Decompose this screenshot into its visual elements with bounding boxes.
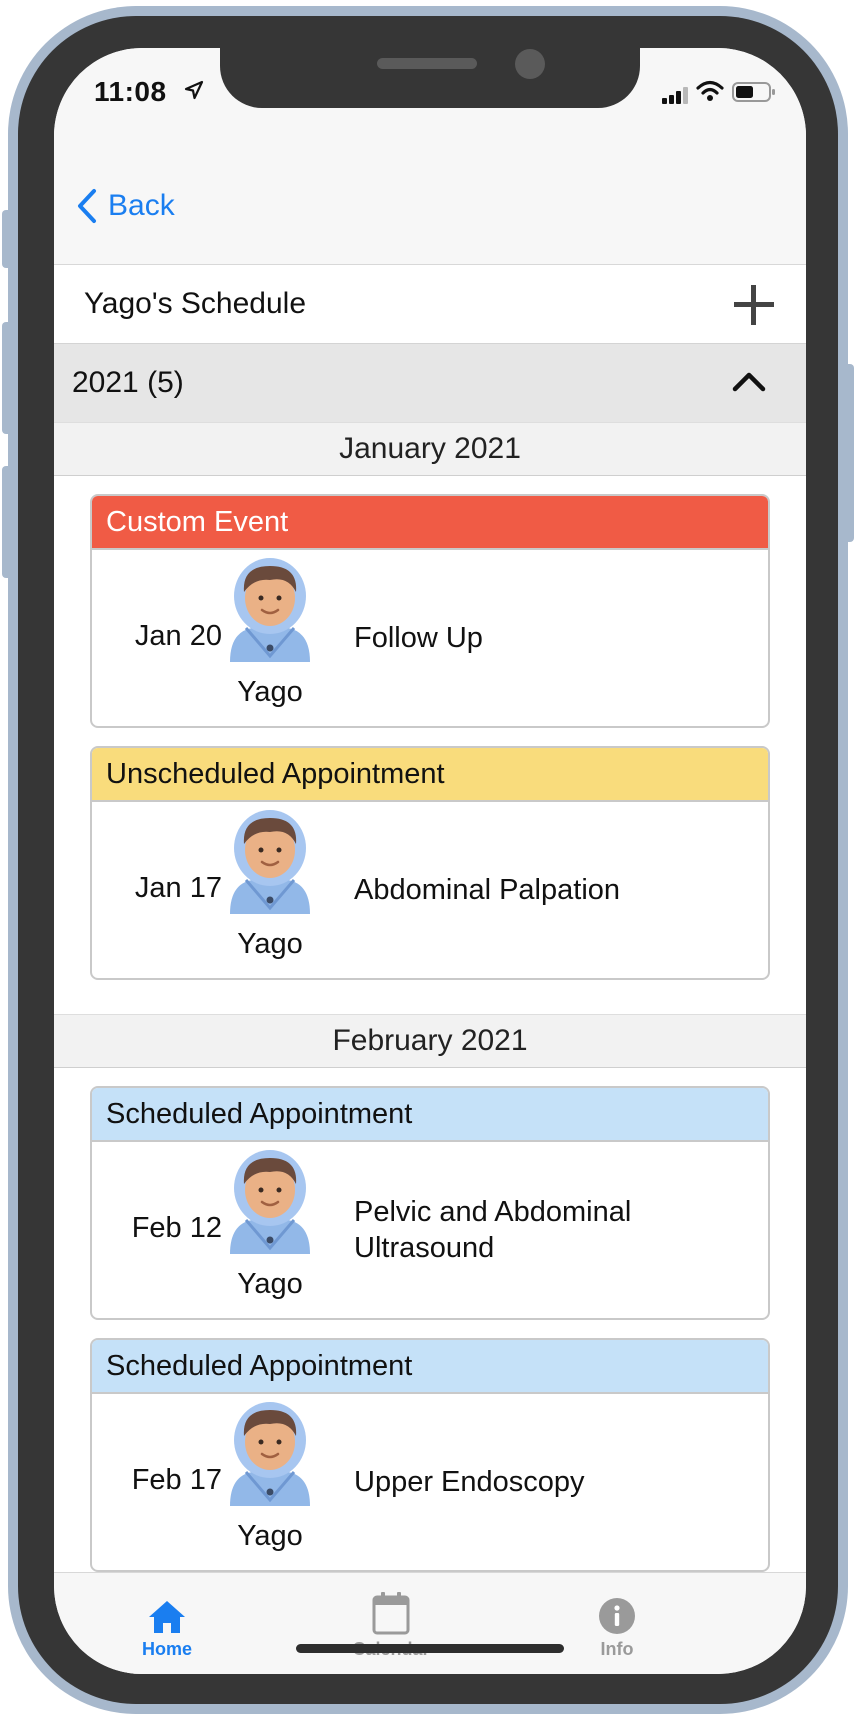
app-screen: 11:08 Back Yago's Schedule 2021 (5) Janu… <box>54 48 806 1674</box>
front-camera <box>515 49 545 79</box>
year-group-header[interactable]: 2021 (5) <box>54 343 806 423</box>
patient-name: Yago <box>237 1268 303 1300</box>
schedule-header: Yago's Schedule <box>54 265 806 343</box>
tab-info-label: Info <box>600 1639 634 1659</box>
event-type-header: Scheduled Appointment <box>92 1088 768 1142</box>
event-title: Pelvic and Abdominal Ultrasound <box>354 1196 632 1264</box>
event-date: Feb 12 <box>131 1212 222 1244</box>
event-date: Jan 20 <box>134 620 222 652</box>
event-type-header: Unscheduled Appointment <box>92 748 768 802</box>
year-group-label: 2021 (5) <box>72 366 184 399</box>
cellular-signal-icon <box>662 87 688 104</box>
patient-avatar-icon <box>230 1150 310 1254</box>
wifi-icon <box>696 80 724 101</box>
month-header-february: February 2021 <box>54 1014 806 1068</box>
event-date: Jan 17 <box>134 872 222 904</box>
patient-name: Yago <box>237 1520 303 1552</box>
chevron-left-icon <box>78 189 96 223</box>
notch <box>220 48 640 108</box>
patient-name: Yago <box>237 676 303 708</box>
tab-info[interactable]: Info <box>542 1587 692 1660</box>
event-type-header: Scheduled Appointment <box>92 1340 768 1394</box>
info-icon <box>599 1598 635 1634</box>
event-card[interactable]: Unscheduled Appointment Jan 17 Yago Abdo… <box>90 746 770 980</box>
status-time: 11:08 <box>94 76 167 107</box>
back-button[interactable]: Back <box>76 188 175 224</box>
schedule-list[interactable]: January 2021 Custom Event Jan 20 Yago Fo… <box>54 422 806 1572</box>
chevron-up-icon <box>732 372 766 392</box>
tab-bar: Home Calendar Info <box>54 1572 806 1674</box>
event-date: Feb 17 <box>131 1464 222 1496</box>
mute-switch <box>2 210 16 268</box>
tab-home-label: Home <box>141 1639 192 1659</box>
event-title: Follow Up <box>354 622 483 654</box>
back-label: Back <box>108 189 175 222</box>
power-button <box>840 364 854 542</box>
tab-home[interactable]: Home <box>92 1587 242 1660</box>
patient-avatar-icon <box>230 558 310 662</box>
battery-icon <box>732 82 775 102</box>
event-title: Upper Endoscopy <box>354 1466 585 1498</box>
event-card[interactable]: Scheduled Appointment Feb 17 Yago Upper … <box>90 1338 770 1572</box>
patient-name: Yago <box>237 928 303 960</box>
speaker <box>377 58 477 69</box>
event-title: Abdominal Palpation <box>354 874 621 906</box>
location-arrow-icon <box>184 80 204 100</box>
navigation-bar: Back <box>54 136 806 265</box>
calendar-icon <box>372 1592 410 1635</box>
home-indicator[interactable] <box>296 1644 564 1653</box>
patient-avatar-icon <box>230 1402 310 1506</box>
event-card[interactable]: Scheduled Appointment Feb 12 Yago Pelvic <box>90 1086 770 1320</box>
home-icon <box>149 1601 185 1633</box>
volume-up-button <box>2 322 16 434</box>
event-type-header: Custom Event <box>92 496 768 550</box>
add-event-button[interactable] <box>732 283 776 327</box>
month-header-january: January 2021 <box>54 422 806 476</box>
page-title: Yago's Schedule <box>84 287 306 320</box>
volume-down-button <box>2 466 16 578</box>
patient-avatar-icon <box>230 810 310 914</box>
event-card[interactable]: Custom Event Jan 20 Yago Follow Up <box>90 494 770 728</box>
